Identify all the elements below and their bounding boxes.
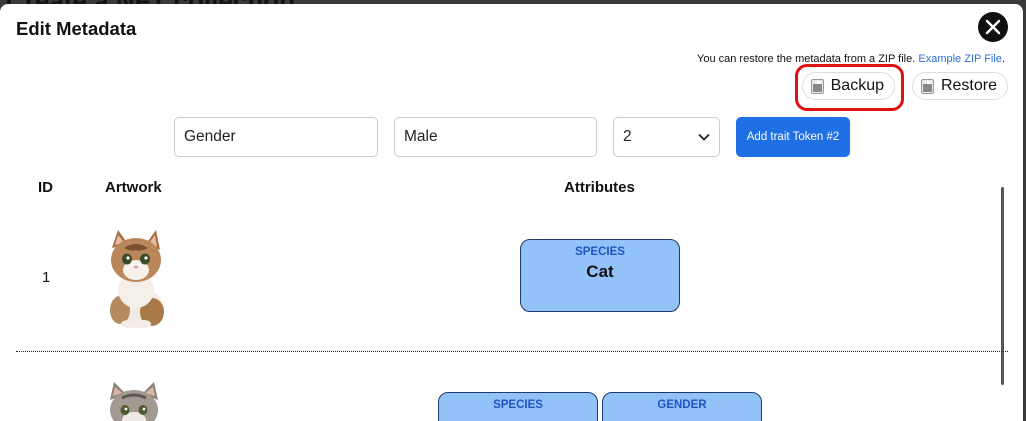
file-icon	[811, 78, 824, 94]
column-header-id: ID	[38, 179, 53, 196]
token-select-value: 2	[623, 128, 632, 145]
token-select[interactable]: 2	[613, 117, 720, 157]
file-icon	[921, 78, 934, 94]
trait-value-input[interactable]: Male	[394, 117, 597, 157]
row-divider	[16, 351, 1008, 352]
attribute-badge: SPECIES	[438, 392, 598, 421]
column-header-artwork: Artwork	[105, 179, 162, 196]
cat-artwork-image	[110, 230, 164, 328]
attribute-trait: GENDER	[657, 399, 707, 411]
restore-hint: You can restore the metadata from a ZIP …	[697, 53, 1005, 65]
cat-artwork-image	[110, 382, 158, 421]
edit-metadata-modal: Edit Metadata You can restore the metada…	[0, 4, 1023, 421]
attribute-value: Cat	[586, 262, 614, 281]
chevron-down-icon	[698, 133, 710, 141]
modal-title: Edit Metadata	[16, 18, 137, 39]
example-zip-link[interactable]: Example ZIP File	[918, 53, 1002, 65]
close-icon	[985, 19, 1001, 35]
restore-label: Restore	[940, 77, 997, 94]
restore-hint-text: You can restore the metadata from a ZIP …	[697, 53, 916, 65]
add-trait-button[interactable]: Add trait Token #2	[736, 117, 850, 157]
column-header-attributes: Attributes	[564, 179, 635, 196]
close-button[interactable]	[978, 12, 1008, 42]
backup-label: Backup	[830, 77, 884, 94]
restore-button[interactable]: Restore	[912, 72, 1008, 100]
row-id: 1	[42, 269, 51, 286]
attribute-badge: GENDER	[602, 392, 762, 421]
backup-button[interactable]: Backup	[802, 72, 895, 100]
attribute-trait: SPECIES	[493, 399, 543, 411]
attribute-trait: SPECIES	[575, 246, 625, 258]
attribute-badge: SPECIES Cat	[520, 239, 680, 312]
scrollbar[interactable]	[1001, 187, 1004, 385]
trait-key-input[interactable]: Gender	[174, 117, 378, 157]
